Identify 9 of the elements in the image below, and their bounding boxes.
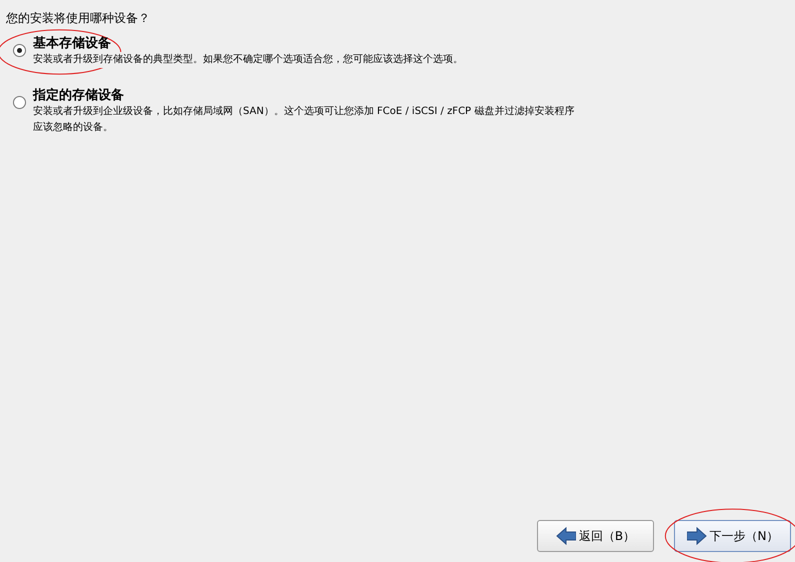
left-arrow-icon [556, 527, 576, 545]
option-title: 指定的存储设备 [33, 87, 124, 104]
option-title: 基本存储设备 [33, 35, 111, 52]
back-button[interactable]: 返回（B） [537, 520, 654, 552]
next-button[interactable]: 下一步（N） [674, 520, 791, 552]
radio-button[interactable] [13, 96, 26, 109]
question-text: 您的安装将使用哪种设备？ [5, 10, 151, 27]
right-arrow-icon [686, 527, 706, 545]
radio-button[interactable] [13, 44, 26, 57]
